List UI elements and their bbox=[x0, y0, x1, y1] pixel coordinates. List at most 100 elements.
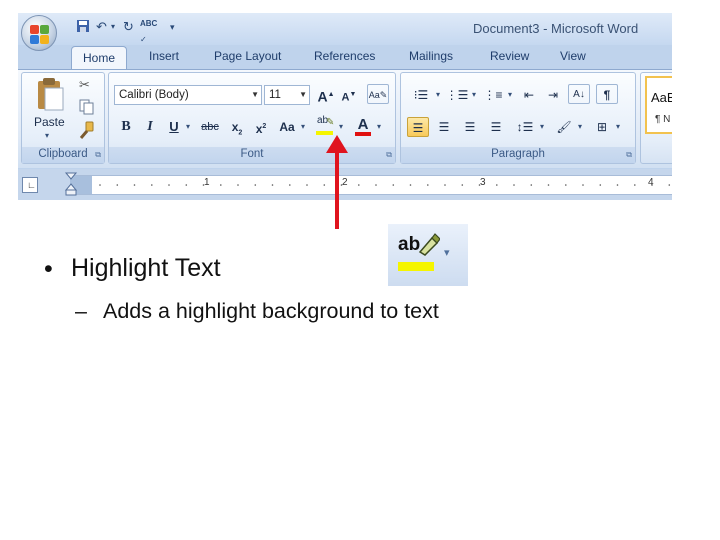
highlight-icon-zoomed: ab ▾ bbox=[388, 224, 468, 286]
ruler-tick bbox=[99, 184, 101, 186]
shading-dropdown-icon[interactable]: ▾ bbox=[576, 117, 584, 137]
change-case-button[interactable]: Aa bbox=[276, 117, 298, 137]
tab-page-layout[interactable]: Page Layout bbox=[214, 49, 281, 63]
font-name-dropdown-icon[interactable]: ▼ bbox=[251, 86, 259, 104]
change-case-dropdown-icon[interactable]: ▾ bbox=[299, 117, 307, 137]
tab-home[interactable]: Home bbox=[71, 46, 127, 69]
office-logo-red bbox=[30, 25, 39, 34]
tab-references[interactable]: References bbox=[314, 49, 375, 63]
font-size-dropdown-icon[interactable]: ▼ bbox=[299, 86, 307, 104]
clear-formatting-button[interactable]: Aa✎ bbox=[367, 84, 389, 104]
clipboard-dialog-launcher-icon[interactable]: ⧉ bbox=[95, 150, 101, 160]
align-right-button[interactable]: ☰ bbox=[459, 117, 481, 137]
tab-mailings[interactable]: Mailings bbox=[409, 49, 453, 63]
ruler-tick bbox=[599, 184, 602, 186]
ruler-tick bbox=[237, 184, 239, 186]
font-dialog-launcher-icon[interactable]: ⧉ bbox=[386, 150, 392, 160]
numbering-button[interactable]: ⋮☰ bbox=[445, 85, 469, 105]
ruler-tick bbox=[582, 184, 584, 186]
bullets-button[interactable]: ⁝☰ bbox=[409, 85, 433, 105]
paragraph-group: ⁝☰ ▾ ⋮☰ ▾ ⋮≡ ▾ ⇤ ⇥ A↓ ¶ ☰ ☰ ☰ ☰ ↕☰ ▾ 🖌 ▾… bbox=[400, 72, 636, 164]
indent-marker-icon[interactable] bbox=[64, 172, 78, 196]
underline-dropdown-icon[interactable]: ▾ bbox=[184, 117, 192, 137]
undo-icon[interactable]: ↶ bbox=[96, 19, 107, 35]
line-spacing-button[interactable]: ↕☰ bbox=[513, 117, 537, 137]
font-name-combo[interactable]: Calibri (Body) ▼ bbox=[114, 85, 262, 105]
tab-review[interactable]: Review bbox=[490, 49, 529, 63]
paragraph-dialog-launcher-icon[interactable]: ⧉ bbox=[626, 150, 632, 160]
redo-icon[interactable]: ↻ bbox=[123, 19, 134, 35]
ruler-number: 4 bbox=[648, 177, 654, 188]
bullet-marker: • bbox=[44, 255, 53, 283]
cut-icon[interactable]: ✂ bbox=[79, 77, 90, 93]
customize-qat-icon[interactable]: ▾ bbox=[170, 19, 175, 35]
font-group-label: Font bbox=[109, 147, 395, 163]
multilevel-dropdown-icon[interactable]: ▾ bbox=[506, 85, 514, 105]
paragraph-group-label: Paragraph bbox=[401, 147, 635, 163]
tab-selector-button[interactable]: ∟ bbox=[22, 177, 38, 193]
ruler-tick bbox=[168, 184, 170, 186]
office-logo-green bbox=[40, 25, 49, 34]
tab-view[interactable]: View bbox=[560, 49, 586, 63]
superscript-button[interactable]: x2 bbox=[251, 117, 271, 137]
ruler-tick bbox=[133, 184, 136, 186]
zoomed-dropdown-icon: ▾ bbox=[444, 247, 450, 259]
red-arrow-annotation bbox=[326, 135, 348, 229]
styles-group: AaB ¶ N bbox=[640, 72, 672, 164]
spelling-label: ABC bbox=[140, 19, 158, 28]
bold-button[interactable]: B bbox=[117, 117, 135, 137]
sort-button[interactable]: A↓ bbox=[568, 84, 590, 104]
ruler-strip: 1 2 3 4 bbox=[70, 175, 672, 195]
ruler-tick bbox=[496, 184, 498, 186]
borders-dropdown-icon[interactable]: ▾ bbox=[614, 117, 622, 137]
highlighter-pen-icon: ✎ bbox=[326, 117, 335, 128]
font-color-button[interactable]: A bbox=[353, 115, 373, 139]
undo-dropdown-icon[interactable]: ▾ bbox=[111, 19, 115, 35]
office-logo-yellow bbox=[40, 35, 49, 44]
style-normal-preview[interactable]: AaB ¶ N bbox=[645, 76, 672, 134]
ruler-tick bbox=[409, 184, 412, 186]
italic-button[interactable]: I bbox=[141, 117, 159, 137]
strikethrough-button[interactable]: abc bbox=[199, 117, 221, 137]
font-color-bar bbox=[355, 132, 371, 136]
center-button[interactable]: ☰ bbox=[433, 117, 455, 137]
ruler-tick bbox=[634, 184, 636, 186]
font-size-combo[interactable]: 11 ▼ bbox=[264, 85, 310, 105]
ruler-tick bbox=[461, 184, 464, 186]
shading-button[interactable]: 🖌 bbox=[553, 117, 575, 137]
office-button[interactable] bbox=[21, 15, 57, 51]
font-color-dropdown-icon[interactable]: ▾ bbox=[375, 117, 383, 137]
shrink-font-button[interactable]: A▼ bbox=[339, 85, 359, 105]
style-preview-text: AaB bbox=[651, 90, 672, 105]
window-title: Document3 - Microsoft Word bbox=[473, 21, 639, 36]
save-icon[interactable] bbox=[76, 19, 90, 37]
borders-button[interactable]: ⊞ bbox=[591, 117, 613, 137]
underline-button[interactable]: U bbox=[165, 117, 183, 137]
show-hide-button[interactable]: ¶ bbox=[596, 84, 618, 104]
numbering-dropdown-icon[interactable]: ▾ bbox=[470, 85, 478, 105]
ruler-number: 1 bbox=[204, 177, 210, 188]
increase-indent-button[interactable]: ⇥ bbox=[543, 85, 563, 105]
align-left-button[interactable]: ☰ bbox=[407, 117, 429, 137]
grow-font-button[interactable]: A▲ bbox=[315, 85, 337, 105]
ruler-tick bbox=[358, 184, 360, 186]
spelling-icon[interactable]: ABC ✓ bbox=[140, 16, 157, 48]
line-spacing-dropdown-icon[interactable]: ▾ bbox=[538, 117, 546, 137]
format-painter-icon[interactable] bbox=[78, 121, 96, 139]
sub-bullet-marker: – bbox=[75, 299, 87, 323]
tab-insert[interactable]: Insert bbox=[149, 49, 179, 63]
bullets-dropdown-icon[interactable]: ▾ bbox=[434, 85, 442, 105]
multilevel-list-button[interactable]: ⋮≡ bbox=[481, 85, 505, 105]
paste-button[interactable]: Paste ▾ bbox=[28, 75, 68, 141]
decrease-indent-button[interactable]: ⇤ bbox=[519, 85, 539, 105]
copy-icon[interactable] bbox=[79, 99, 95, 115]
font-group: Calibri (Body) ▼ 11 ▼ A▲ A▼ Aa✎ B I U ▾ … bbox=[108, 72, 396, 164]
ruler-tick bbox=[271, 184, 274, 186]
sub-bullet-text: Adds a highlight background to text bbox=[103, 299, 439, 323]
ruler-tick bbox=[306, 184, 308, 186]
ruler-number: 3 bbox=[480, 177, 486, 188]
font-name-value: Calibri (Body) bbox=[119, 89, 189, 101]
justify-button[interactable]: ☰ bbox=[485, 117, 507, 137]
subscript-button[interactable]: x2 bbox=[227, 117, 247, 137]
title-bar: ↶ ▾ ↻ ABC ✓ ▾ Document3 - Microsoft Word bbox=[18, 13, 672, 51]
